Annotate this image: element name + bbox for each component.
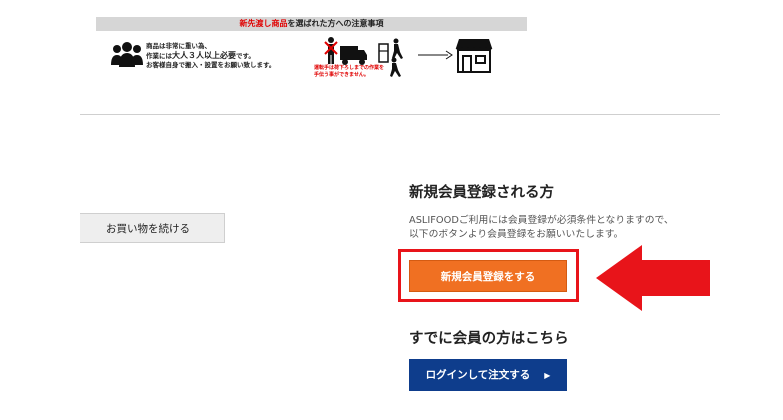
notice-line2-b: 大人３人以上必要 — [172, 51, 236, 60]
notice-text: 商品は非常に重い為、 作業には大人３人以上必要です。 お客様自身で搬入・設置をお… — [146, 42, 275, 70]
register-description: ASLIFOODご利用には会員登録が必須条件となりますので、 以下のボタンより会… — [409, 214, 674, 242]
truck-caption: 運転手は荷下ろしまでの作業を 手伝う事ができません。 — [314, 65, 384, 79]
notice-header: 新先渡し商品を選ばれた方への注意事項 — [96, 17, 527, 31]
continue-shopping-button[interactable]: お買い物を続ける — [80, 213, 225, 243]
arrow-right-icon — [418, 50, 453, 60]
notice-line2: 作業には大人３人以上必要です。 — [146, 51, 275, 61]
truck-caption-line1: 運転手は荷下ろしまでの作業を — [314, 65, 385, 71]
member-section-title: すでに会員の方はこちら — [409, 331, 569, 347]
truck-caption-line2: 手伝う事ができません。 — [314, 72, 369, 78]
login-button-label: ログインして注文する — [425, 369, 531, 381]
notice-header-end: 注意事項 — [351, 19, 384, 28]
notice-header-red1: 新先渡し — [239, 19, 272, 28]
login-order-button[interactable]: ログインして注文する ▶ — [409, 359, 567, 391]
notice-line2-c: です。 — [236, 52, 255, 60]
people-icon — [111, 42, 143, 67]
register-desc-line1: ASLIFOODご利用には会員登録が必須条件となりますので、 — [409, 215, 674, 226]
register-section-title: 新規会員登録される方 — [409, 185, 554, 201]
notice-line3: お客様自身で搬入・設置をお願い致します。 — [146, 61, 276, 69]
register-desc-line2: 以下のボタンより会員登録をお願いいたします。 — [409, 229, 624, 240]
notice-header-red2: 商品 — [271, 19, 288, 28]
store-icon — [455, 39, 493, 73]
section-divider — [80, 114, 720, 115]
notice-line2-a: 作業には — [146, 52, 172, 60]
notice-header-mid: を選ばれた方への — [287, 19, 352, 28]
notice-banner: 新先渡し商品を選ばれた方への注意事項 商品は非常に重い為、 作業には大人３人以上… — [96, 17, 527, 98]
pointer-arrow-icon — [596, 245, 710, 311]
notice-line1: 商品は非常に重い為、 — [146, 42, 211, 50]
chevron-right-icon: ▶ — [544, 371, 551, 380]
register-button[interactable]: 新規会員登録をする — [409, 260, 567, 292]
